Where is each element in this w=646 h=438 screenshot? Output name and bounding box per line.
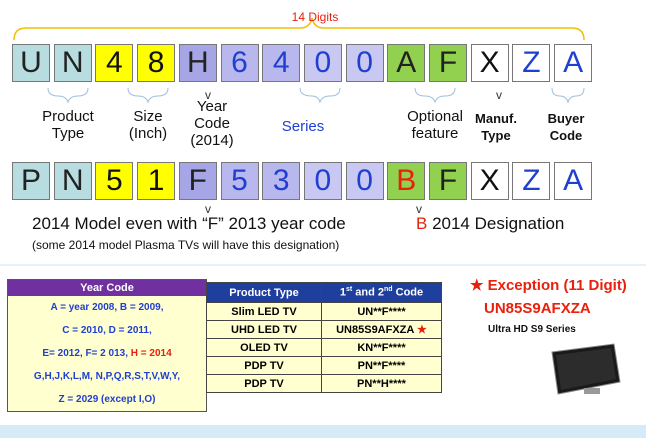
digits-count-label: 14 Digits — [291, 10, 339, 24]
label-year-code: Year Code (2014) — [190, 98, 234, 149]
code-digit-12: X — [470, 44, 509, 82]
code-digit-1: U — [12, 44, 50, 82]
cell-type: Slim LED TV — [206, 302, 322, 321]
label-buyer: Buyer Code — [547, 111, 585, 143]
code-digit-13: Z — [512, 162, 551, 200]
year-code-header: Year Code — [8, 280, 206, 296]
cell-code: PN**F**** — [321, 356, 442, 375]
code-digit-11: F — [429, 44, 467, 82]
code-digit-3: 4 — [95, 44, 134, 82]
code-digit-3: 5 — [95, 162, 134, 200]
table-row: PDP TV PN**H**** — [206, 374, 442, 393]
table-row: PDP TV PN**F**** — [206, 356, 442, 375]
cell-code: PN**H**** — [321, 374, 442, 393]
code-digit-4: 8 — [137, 44, 176, 82]
exception-series: Ultra HD S9 Series — [488, 324, 576, 335]
year-h-2014: H = 2014 — [130, 348, 172, 359]
code-digit-6: 5 — [220, 162, 259, 200]
code-digit-5: F — [178, 162, 217, 200]
code-digit-7: 4 — [262, 44, 301, 82]
code-digit-14: A — [554, 44, 593, 82]
label-product-type: Product Type — [42, 108, 94, 142]
code-digit-8: 0 — [303, 44, 342, 82]
label-optional: Optional feature — [407, 108, 463, 142]
b-letter: B — [416, 214, 428, 233]
cell-code: UN85S9AFXZA ★ — [321, 320, 442, 339]
code-digit-8: 0 — [303, 162, 342, 200]
code-digit-7: 3 — [262, 162, 301, 200]
cell-code-text: UN85S9AFXZA — [336, 324, 414, 336]
code-digit-1: P — [12, 162, 50, 200]
label-brackets — [47, 87, 585, 104]
code-digit-9: 0 — [345, 44, 384, 82]
label-manuf: Manuf. Type — [475, 111, 517, 143]
divider — [0, 264, 646, 266]
star-icon: ★ — [417, 324, 427, 336]
table-row: Slim LED TV UN**F**** — [206, 302, 442, 321]
code-digit-5: H — [178, 44, 217, 82]
label-series: Series — [281, 118, 325, 135]
col-code-post: Code — [392, 286, 424, 299]
exception-title: ★ Exception (11 Digit) — [470, 277, 627, 294]
code-digit-10: A — [387, 44, 426, 82]
product-type-table: Product Type 1st and 2nd Code Slim LED T… — [206, 282, 442, 393]
b-text: 2014 Designation — [427, 214, 565, 233]
year-line-3: E= 2012, F= 2 013, H = 2014 — [8, 342, 206, 365]
col-code-mid: and 2 — [352, 286, 385, 299]
table-row: OLED TV KN**F**** — [206, 338, 442, 357]
code-digit-11: F — [429, 162, 467, 200]
digits-bracket — [13, 17, 585, 41]
note-main: 2014 Model even with “F” 2013 year code — [32, 214, 346, 233]
manuf-arrow: v — [496, 88, 502, 102]
code-digit-4: 1 — [137, 162, 176, 200]
col-code-nd: nd — [384, 286, 393, 294]
year-line-2: C = 2010, D = 2011, — [62, 325, 152, 336]
code-digit-6: 6 — [220, 44, 259, 82]
code-digit-2: N — [53, 44, 92, 82]
note-sub: (some 2014 model Plasma TVs will have th… — [32, 238, 340, 252]
table-row: UHD LED TV UN85S9AFXZA ★ — [206, 320, 442, 339]
cell-type: OLED TV — [206, 338, 322, 357]
code-digit-14: A — [554, 162, 593, 200]
col-product-type: Product Type — [206, 282, 322, 303]
year-line-1: A = year 2008, B = 2009, — [50, 302, 164, 313]
year-line-4: G,H,J,K,L,M, N,P,Q,R,S,T,V,W,Y, — [33, 371, 181, 382]
col-code: 1st and 2nd Code — [321, 282, 442, 303]
cell-type: UHD LED TV — [206, 320, 322, 339]
exception-code: UN85S9AFXZA — [484, 300, 591, 317]
cell-type: PDP TV — [206, 374, 322, 393]
code-digit-9: 0 — [345, 162, 384, 200]
cell-code: UN**F**** — [321, 302, 442, 321]
code-digit-2: N — [53, 162, 92, 200]
year-line-3-text: E= 2012, F= 2 013, — [42, 348, 128, 359]
code-digit-12: X — [470, 162, 509, 200]
b-designation: B 2014 Designation — [416, 214, 564, 234]
bottom-band — [0, 425, 646, 438]
tv-image — [551, 343, 621, 395]
cell-code: KN**F**** — [321, 338, 442, 357]
code-digit-10: B — [387, 162, 426, 200]
code-digit-13: Z — [512, 44, 551, 82]
label-size: Size (Inch) — [128, 108, 168, 142]
year-line-5: Z = 2029 (except I,O) — [58, 394, 156, 405]
cell-type: PDP TV — [206, 356, 322, 375]
year-code-table: Year Code A = year 2008, B = 2009, C = 2… — [7, 279, 207, 412]
